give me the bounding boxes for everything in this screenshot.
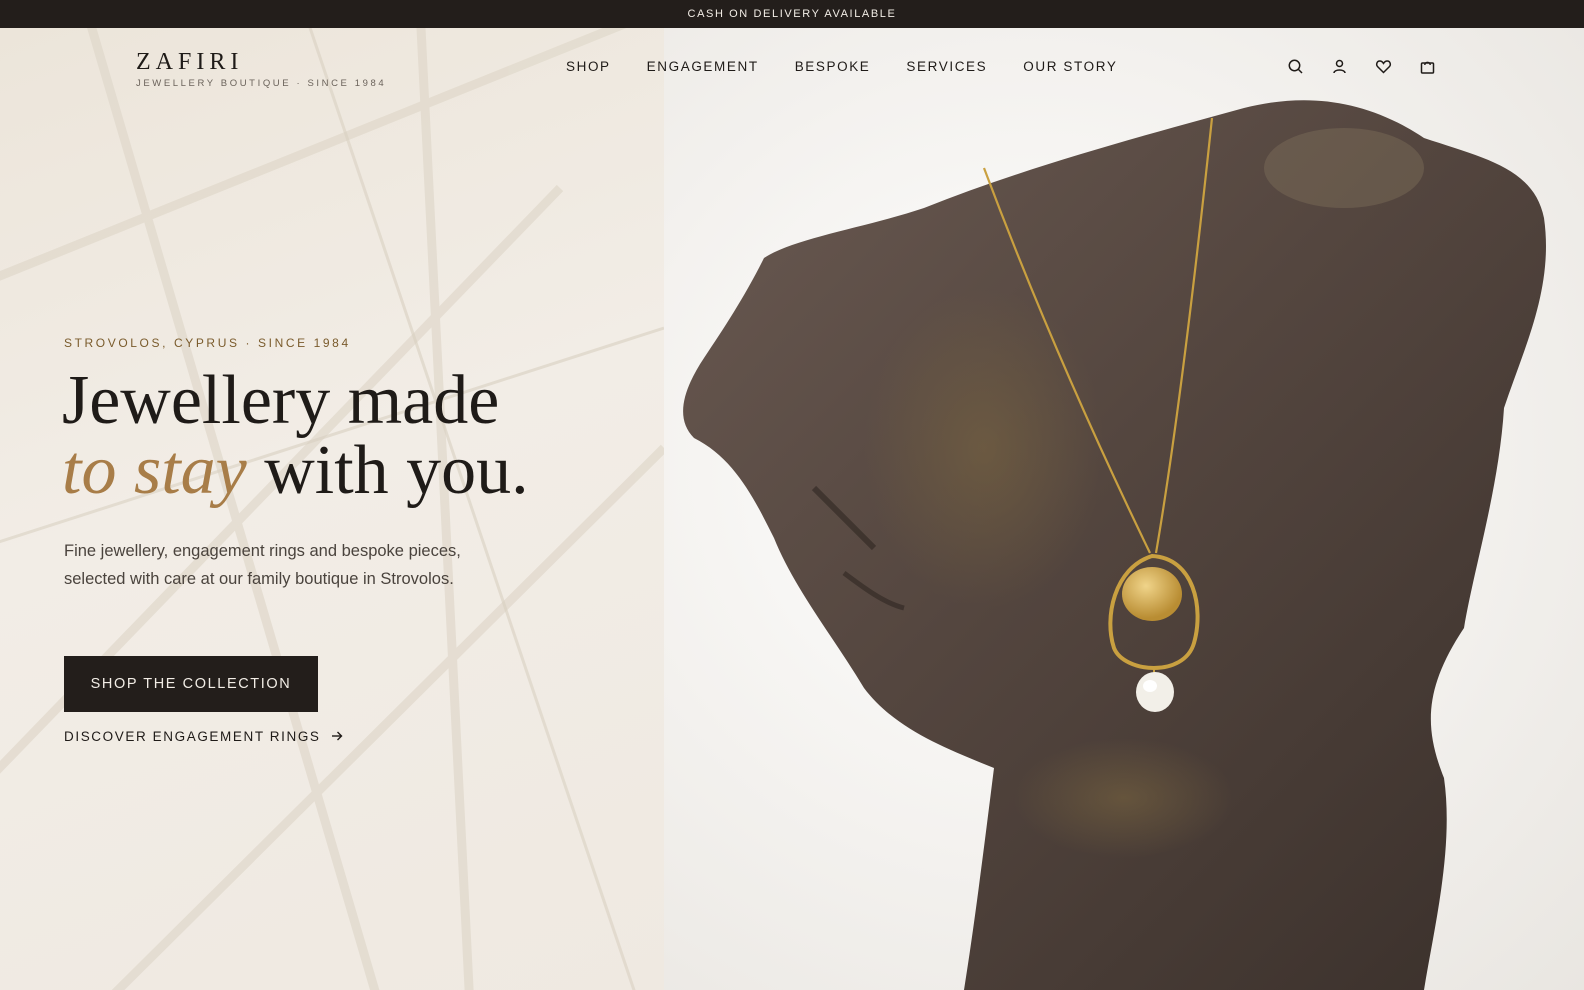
hero-left-background bbox=[0, 28, 664, 990]
discover-engagement-link[interactable]: DISCOVER ENGAGEMENT RINGS bbox=[64, 729, 343, 744]
headline-line1: Jewellery made bbox=[62, 362, 500, 439]
shopping-bag-icon[interactable] bbox=[1419, 58, 1436, 75]
headline-rest: with you. bbox=[246, 432, 529, 509]
hero-eyebrow: STROVOLOS, CYPRUS · SINCE 1984 bbox=[64, 336, 351, 350]
arrow-right-icon bbox=[331, 729, 343, 744]
site-header: ZAFIRI JEWELLERY BOUTIQUE · SINCE 1984 S… bbox=[0, 28, 1584, 108]
shop-collection-button[interactable]: SHOP THE COLLECTION bbox=[64, 656, 318, 712]
nav-item-services[interactable]: SERVICES bbox=[906, 59, 987, 74]
hero-headline: Jewellery made to stay with you. bbox=[62, 366, 529, 506]
search-icon[interactable] bbox=[1287, 58, 1304, 75]
hero-product-image bbox=[664, 28, 1584, 990]
brand-name: ZAFIRI bbox=[136, 49, 244, 75]
hero-description: Fine jewellery, engagement rings and bes… bbox=[64, 542, 461, 588]
discover-engagement-label: DISCOVER ENGAGEMENT RINGS bbox=[64, 729, 321, 744]
account-icon[interactable] bbox=[1331, 58, 1348, 75]
headline-accent: to stay bbox=[62, 432, 247, 509]
nav-item-bespoke[interactable]: BESPOKE bbox=[795, 59, 871, 74]
announcement-text: CASH ON DELIVERY AVAILABLE bbox=[687, 8, 897, 20]
hero-section bbox=[0, 28, 1584, 990]
brand-tagline: JEWELLERY BOUTIQUE · SINCE 1984 bbox=[136, 78, 387, 89]
nav-item-engagement[interactable]: ENGAGEMENT bbox=[647, 59, 759, 74]
nav-item-shop[interactable]: SHOP bbox=[566, 59, 611, 74]
header-actions bbox=[1287, 58, 1436, 75]
main-navigation: SHOP ENGAGEMENT BESPOKE SERVICES OUR STO… bbox=[566, 59, 1117, 74]
nav-item-our-story[interactable]: OUR STORY bbox=[1023, 59, 1117, 74]
brand-logo[interactable]: ZAFIRI JEWELLERY BOUTIQUE · SINCE 1984 bbox=[136, 50, 386, 89]
announcement-bar: CASH ON DELIVERY AVAILABLE bbox=[0, 0, 1584, 28]
wishlist-heart-icon[interactable] bbox=[1375, 58, 1392, 75]
